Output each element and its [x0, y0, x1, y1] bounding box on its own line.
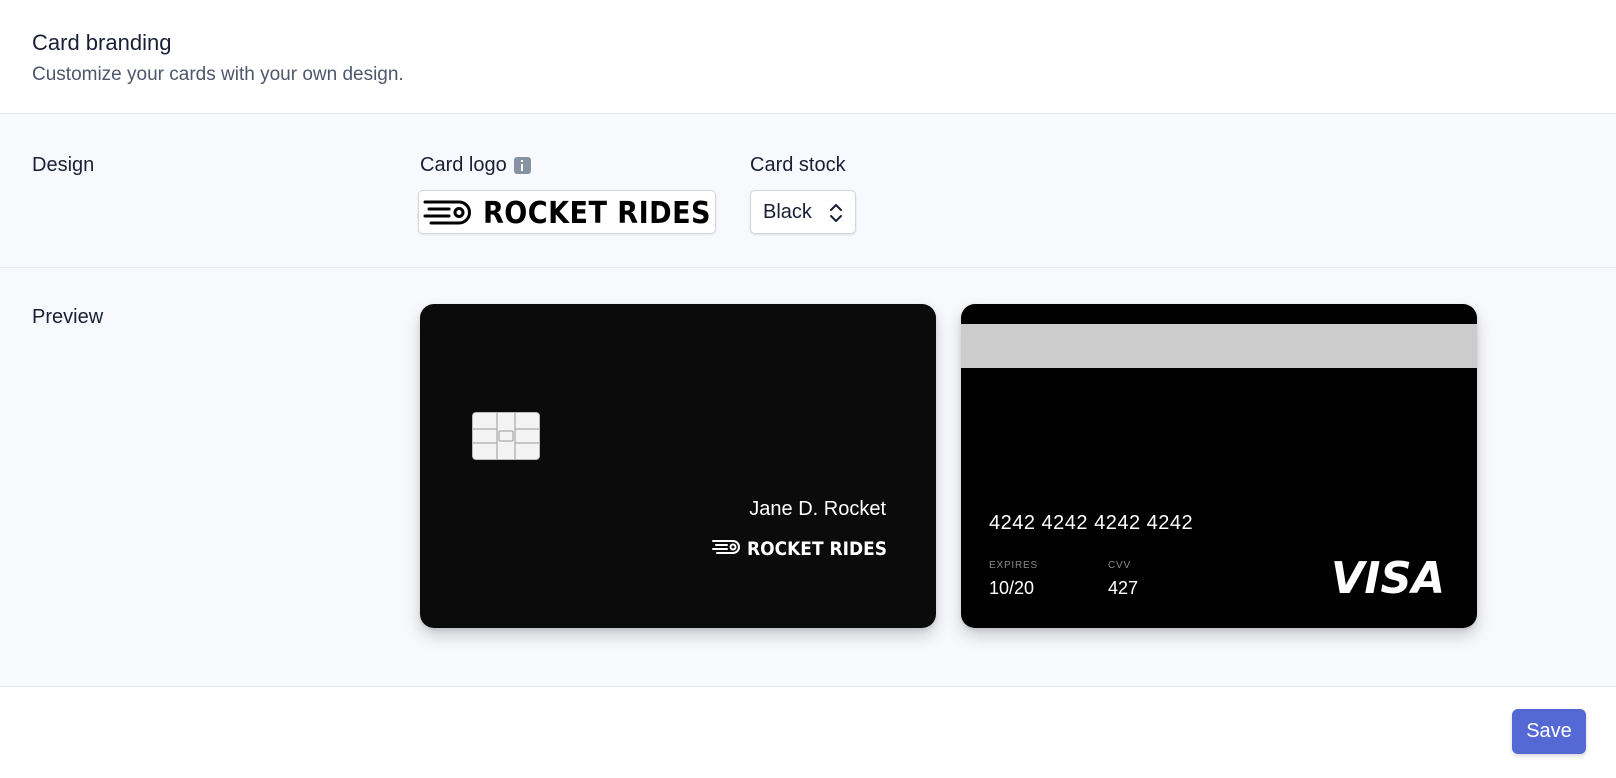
- expires-value: 10/20: [989, 578, 1035, 598]
- card-stock-value: Black: [763, 200, 812, 223]
- card-front-logo: ROCKET RIDES: [712, 538, 887, 558]
- rocket-rides-logo: ROCKET RIDES: [423, 196, 711, 230]
- card-back-preview: 4242 4242 4242 4242 EXPIRES CVV 10/20 42…: [961, 304, 1477, 628]
- save-button[interactable]: Save: [1512, 709, 1586, 754]
- page-header: Card branding Customize your cards with …: [0, 0, 1616, 114]
- card-front-preview: Jane D. Rocket ROCKET RIDES: [420, 304, 936, 628]
- card-logo-upload[interactable]: ROCKET RIDES: [418, 190, 716, 234]
- magnetic-stripe: [961, 324, 1477, 368]
- design-label: Design: [32, 154, 95, 176]
- preview-label: Preview: [32, 306, 104, 328]
- footer: [0, 687, 1616, 778]
- page-title: Card branding: [32, 30, 172, 55]
- logo-text: ROCKET RIDES: [483, 196, 711, 230]
- card-front-logo-text: ROCKET RIDES: [747, 538, 887, 558]
- cvv-value: 427: [1108, 578, 1139, 598]
- chevron-up-down-icon: [830, 204, 842, 222]
- card-stock-select[interactable]: Black: [750, 190, 856, 234]
- chip-icon: [472, 412, 540, 460]
- visa-logo: VISA: [1331, 556, 1445, 596]
- info-icon[interactable]: [513, 157, 531, 174]
- cardholder-name: Jane D. Rocket: [749, 498, 886, 520]
- expires-label: EXPIRES: [989, 560, 1038, 571]
- card-number: 4242 4242 4242 4242: [989, 512, 1194, 534]
- page-subtitle: Customize your cards with your own desig…: [32, 64, 404, 85]
- card-logo-label-text: Card logo: [420, 154, 507, 176]
- card-stock-label: Card stock: [750, 154, 846, 176]
- visa-logo-text: VISA: [1331, 556, 1445, 596]
- card-logo-label: Card logo: [420, 154, 531, 177]
- cvv-label: CVV: [1108, 560, 1131, 571]
